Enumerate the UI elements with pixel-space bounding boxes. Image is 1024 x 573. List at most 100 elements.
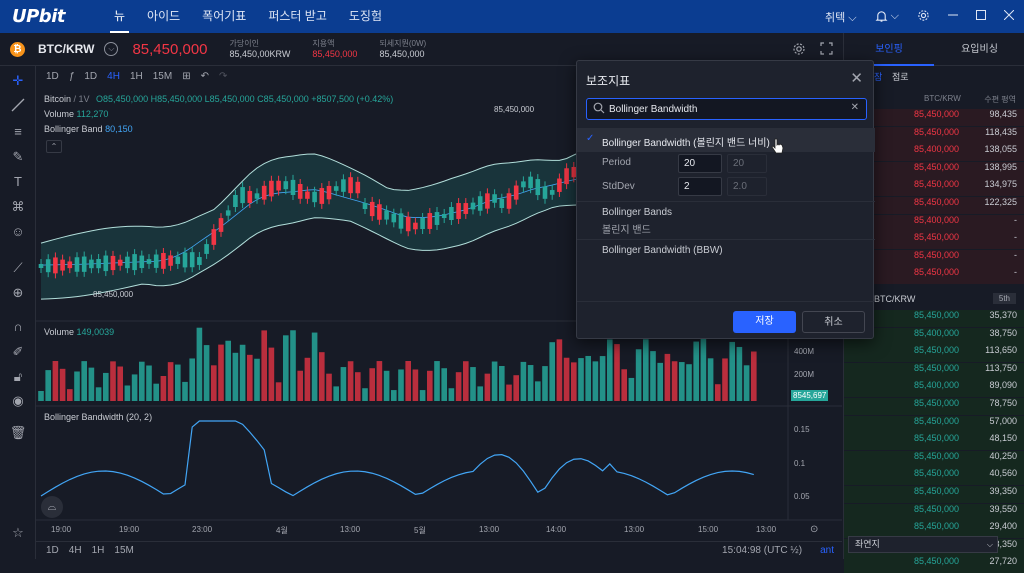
option-title: Bollinger Bands — [602, 207, 673, 218]
zoom-icon[interactable]: ⊕ — [9, 284, 27, 302]
volume-pane-legend: Volume 149,0039 — [44, 327, 114, 337]
candle-body — [535, 179, 541, 196]
subtab-1[interactable]: 잠 — [874, 70, 882, 83]
layout-grid-icon[interactable]: ⊞ — [182, 71, 190, 82]
bid-row[interactable]: 85,450,000 40,560 — [844, 468, 1024, 486]
text-tool-icon[interactable]: T — [9, 173, 27, 191]
magnet-icon[interactable]: ∩ — [9, 318, 27, 336]
symbol-dropdown-icon[interactable]: ⌵ — [104, 42, 119, 56]
period-input[interactable]: 20 — [678, 154, 722, 173]
nav-item-5[interactable]: 도징험 — [349, 0, 382, 33]
bid-qty: 113,750 — [985, 362, 1017, 373]
save-button[interactable]: 저장 — [733, 311, 796, 333]
indicator-fx-button[interactable]: ƒ — [69, 71, 75, 82]
pattern-icon[interactable]: ⌘ — [9, 198, 27, 216]
ruler-icon[interactable]: ⟋ — [9, 259, 27, 277]
clear-search-icon[interactable]: ✕ — [851, 102, 859, 113]
range-15m[interactable]: 15M — [114, 545, 133, 556]
bbw-line — [40, 420, 754, 497]
nav-item-3[interactable]: 폭어기표 — [202, 0, 246, 33]
ant-label[interactable]: ant — [820, 545, 834, 556]
bid-row[interactable]: 85,450,000 40,250 — [844, 450, 1024, 468]
lock-icon[interactable]: 🔓︎ — [9, 368, 27, 386]
tf-4h[interactable]: 4H — [107, 71, 120, 82]
indicator-option-bollinger-bands[interactable]: Bollinger Bands 볼린지 밴드 — [577, 201, 875, 239]
time-axis-settings-icon[interactable]: ⊙ — [810, 524, 818, 535]
bid-row[interactable]: 85,450,000 39,550 — [844, 503, 1024, 521]
candle-body — [132, 254, 137, 271]
volume-bar — [700, 338, 707, 401]
tf-15m[interactable]: 15M — [153, 71, 172, 82]
candle-body — [60, 259, 65, 271]
candle-body — [355, 181, 361, 194]
close-icon[interactable]: ✕ — [850, 69, 863, 87]
redo-icon[interactable]: ↷ — [219, 71, 227, 82]
range-1d[interactable]: 1D — [46, 545, 59, 556]
pencil-lock-icon[interactable]: ✐ — [9, 343, 27, 361]
volume-bar — [167, 362, 174, 401]
bid-row[interactable]: 85,450,000 78,750 — [844, 398, 1024, 415]
candle-body — [449, 207, 454, 220]
subtab-2[interactable]: 점로 — [892, 70, 909, 83]
candle-body — [81, 256, 87, 272]
bid-row[interactable]: 85,450,000 113,650 — [844, 345, 1024, 363]
search-input[interactable] — [609, 102, 849, 117]
volume-bar — [679, 362, 685, 401]
bid-row[interactable]: 85,450,000 39,350 — [844, 486, 1024, 503]
tf-1d-2[interactable]: 1D — [84, 71, 97, 82]
volume-bar — [743, 365, 750, 401]
cancel-button[interactable]: 취소 — [802, 311, 865, 333]
trash-icon[interactable]: 🗑︎ — [9, 424, 27, 442]
eye-icon[interactable]: ◉ — [9, 392, 27, 410]
bid-row[interactable]: 85,450,000 57,000 — [844, 415, 1024, 433]
ask-qty: - — [1014, 267, 1017, 278]
upbit-logo[interactable]: UPbit — [12, 6, 92, 27]
indicator-search[interactable]: ✕ — [586, 98, 867, 120]
crosshair-icon[interactable]: ✛ — [9, 72, 27, 90]
nav-item-news[interactable]: 뉴 — [109, 0, 130, 33]
bid-row[interactable]: 85,450,000 48,150 — [844, 433, 1024, 451]
brush-icon[interactable]: ✎ — [9, 148, 27, 166]
minimize-icon[interactable] — [948, 10, 958, 23]
candle-body — [564, 168, 569, 185]
bid-qty: 35,370 — [989, 310, 1017, 320]
bb-legend-label: Bollinger Band — [44, 124, 103, 134]
range-4h[interactable]: 4H — [69, 545, 82, 556]
undo-icon[interactable]: ↶ — [201, 71, 209, 82]
tf-1h[interactable]: 1H — [130, 71, 143, 82]
volume-bar — [196, 327, 203, 401]
indicator-option-selected[interactable]: ✓ Bollinger Bandwidth (볼린지 밴드 너비) — [577, 128, 875, 154]
emoji-icon[interactable]: ☺ — [9, 223, 27, 241]
bid-row[interactable]: 85,450,000 113,750 — [844, 362, 1024, 380]
chart-settings-gear-icon[interactable] — [792, 42, 806, 59]
indicator-option-bbw[interactable]: Bollinger Bandwidth (BBW) — [577, 239, 875, 261]
stat-value: 85,450,000 — [379, 49, 425, 59]
volume-bar — [657, 362, 663, 401]
trendline-icon[interactable] — [9, 98, 27, 116]
range-1h[interactable]: 1H — [92, 545, 105, 556]
option-title: Bollinger Bandwidth (BBW) — [602, 245, 723, 256]
volume-bar — [110, 361, 116, 401]
tab-trades[interactable]: 요입비싱 — [934, 33, 1024, 66]
nav-item-4[interactable]: 퍼스터 받고 — [268, 0, 327, 33]
collapse-legend-icon[interactable]: ⌃ — [46, 140, 62, 153]
bid-row[interactable]: 85,400,000 89,090 — [844, 380, 1024, 398]
bell-icon[interactable]: ⌵ — [875, 10, 899, 23]
symbol-pair[interactable]: BTC/KRW — [38, 42, 94, 56]
utc-clock[interactable]: 15:04:98 (UTC ½) — [722, 545, 802, 556]
stddev-input[interactable]: 2 — [678, 177, 722, 196]
orderbook-footer-select[interactable]: 좌연지 ⌵ — [848, 536, 998, 553]
fullscreen-icon[interactable] — [820, 42, 833, 58]
chart-logo-icon[interactable]: ⌓ — [41, 496, 63, 518]
nav-item-2[interactable]: 아이드 — [147, 0, 180, 33]
star-icon[interactable]: ☆ — [9, 524, 27, 542]
settings-gear-icon[interactable] — [917, 9, 930, 25]
favorite-dropdown[interactable]: 취텍 ⌵ — [825, 9, 857, 25]
maximize-icon[interactable] — [976, 10, 986, 23]
horizontal-lines-icon[interactable]: ≡ — [9, 123, 27, 141]
candle-body — [441, 213, 447, 219]
volume-bar — [614, 344, 620, 401]
tf-1d[interactable]: 1D — [46, 71, 59, 82]
close-window-icon[interactable] — [1003, 9, 1015, 23]
current-price: 85,450,000 — [132, 40, 208, 58]
